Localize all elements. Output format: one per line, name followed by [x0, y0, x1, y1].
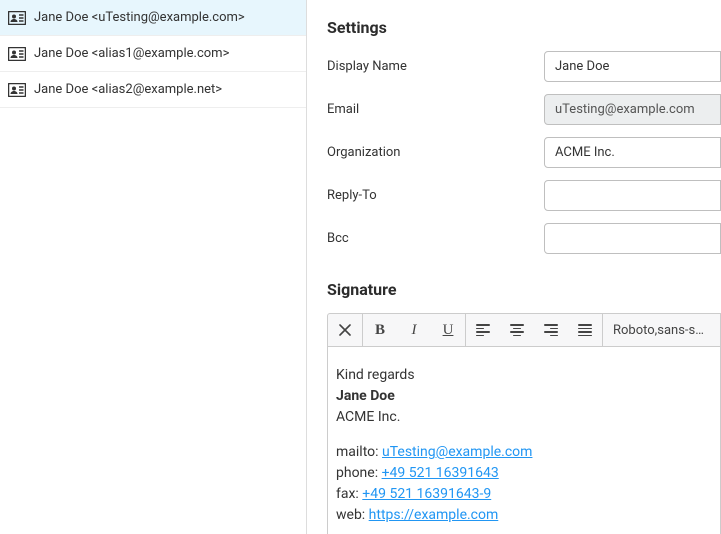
signature-mailto-label: mailto: [336, 444, 382, 460]
identity-item-label: Jane Doe <alias2@example.net> [34, 82, 222, 97]
display-name-label: Display Name [327, 59, 544, 74]
reply-to-label: Reply-To [327, 188, 544, 203]
signature-greeting: Kind regards [336, 365, 712, 386]
identity-item[interactable]: Jane Doe <uTesting@example.com> [0, 0, 306, 36]
font-family-select[interactable]: Roboto,sans-s… [603, 314, 720, 346]
bold-button[interactable]: B [363, 314, 397, 346]
contact-card-icon [8, 83, 26, 97]
contact-card-icon [8, 11, 26, 25]
signature-phone-label: phone: [336, 465, 382, 481]
signature-web-link[interactable]: https://example.com [369, 507, 499, 523]
email-label: Email [327, 102, 544, 117]
signature-web-label: web: [336, 507, 369, 523]
align-center-button[interactable] [500, 314, 534, 346]
italic-button[interactable]: I [397, 314, 431, 346]
align-justify-icon [578, 324, 592, 336]
identity-item[interactable]: Jane Doe <alias1@example.com> [0, 36, 306, 72]
identity-sidebar: Jane Doe <uTesting@example.com> Jane Doe… [0, 0, 307, 534]
signature-toolbar: B I U [327, 313, 721, 347]
display-name-input[interactable] [544, 51, 721, 82]
email-input [544, 94, 721, 125]
main-panel: Settings Display Name Email Organization… [307, 0, 721, 534]
align-left-icon [476, 324, 490, 336]
identity-item-label: Jane Doe <alias1@example.com> [34, 46, 229, 61]
identity-item[interactable]: Jane Doe <alias2@example.net> [0, 72, 306, 108]
signature-mailto-link[interactable]: uTesting@example.com [382, 444, 532, 460]
align-center-icon [510, 324, 524, 336]
align-justify-button[interactable] [568, 314, 602, 346]
signature-name: Jane Doe [336, 386, 712, 407]
reply-to-input[interactable] [544, 180, 721, 211]
signature-editor[interactable]: Kind regards Jane Doe ACME Inc. mailto: … [327, 347, 721, 534]
bcc-label: Bcc [327, 231, 544, 246]
align-right-icon [544, 324, 558, 336]
signature-org: ACME Inc. [336, 407, 712, 428]
organization-input[interactable] [544, 137, 721, 168]
clear-formatting-button[interactable] [328, 314, 362, 346]
underline-button[interactable]: U [431, 314, 465, 346]
settings-title: Settings [327, 18, 721, 37]
bcc-input[interactable] [544, 223, 721, 254]
contact-card-icon [8, 47, 26, 61]
signature-fax-label: fax: [336, 486, 362, 502]
close-icon [339, 324, 351, 336]
signature-phone-link[interactable]: +49 521 16391643 [382, 465, 499, 481]
signature-title: Signature [327, 280, 721, 299]
identity-item-label: Jane Doe <uTesting@example.com> [34, 10, 245, 25]
organization-label: Organization [327, 145, 544, 160]
align-right-button[interactable] [534, 314, 568, 346]
align-left-button[interactable] [466, 314, 500, 346]
signature-fax-link[interactable]: +49 521 16391643-9 [362, 486, 491, 502]
